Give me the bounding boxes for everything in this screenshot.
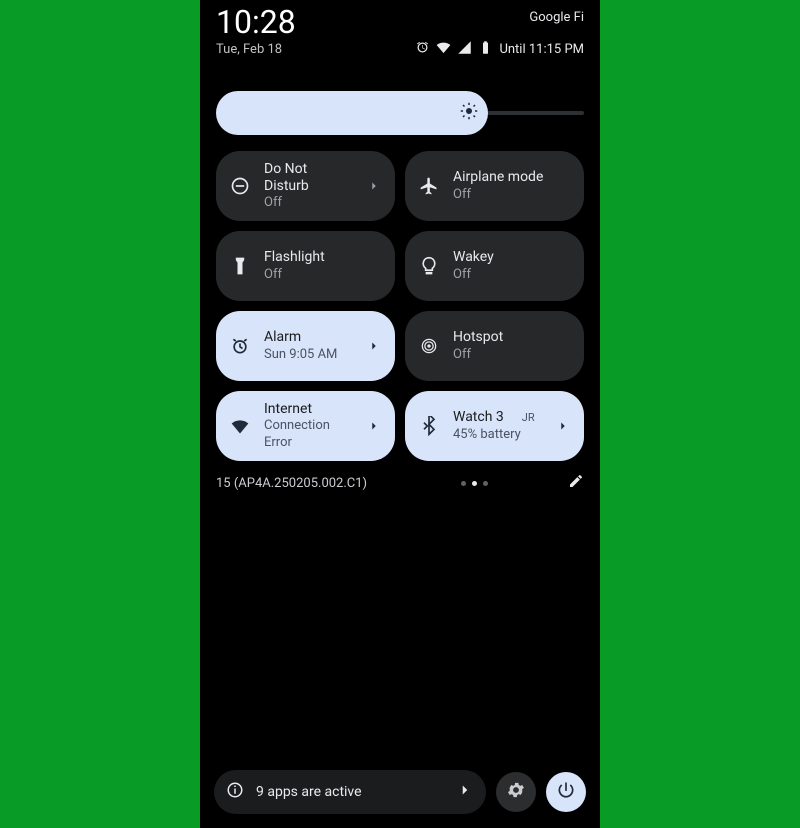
tile-label: FlashlightOff xyxy=(264,249,383,282)
bluetooth-icon xyxy=(417,414,441,438)
tile-label: Watch 3JR 45% battery xyxy=(453,409,542,442)
wifi-icon xyxy=(436,40,451,59)
clock: 10:28 xyxy=(216,6,296,38)
signal-icon xyxy=(457,40,472,59)
tile-flashlight[interactable]: FlashlightOff xyxy=(216,231,395,301)
tile-wakey[interactable]: WakeyOff xyxy=(405,231,584,301)
wifi-icon xyxy=(228,414,252,438)
tile-label: AlarmSun 9:05 AM xyxy=(264,329,353,362)
page-indicator xyxy=(447,481,488,486)
airplane-icon xyxy=(417,174,441,198)
chevron-right-icon xyxy=(365,419,383,433)
tile-label: Do Not DisturbOff xyxy=(264,161,353,210)
gear-icon xyxy=(506,780,526,804)
chevron-right-icon xyxy=(365,179,383,193)
settings-button[interactable] xyxy=(496,772,536,812)
info-icon xyxy=(226,781,244,803)
tile-dnd[interactable]: Do Not DisturbOff xyxy=(216,151,395,221)
power-button[interactable] xyxy=(546,772,586,812)
build-row: 15 (AP4A.250205.002.C1) xyxy=(200,465,600,493)
brightness-icon xyxy=(460,102,478,124)
tile-internet[interactable]: InternetConnection Error xyxy=(216,391,395,461)
tile-alarm[interactable]: AlarmSun 9:05 AM xyxy=(216,311,395,381)
tile-hotspot[interactable]: HotspotOff xyxy=(405,311,584,381)
tile-airplane[interactable]: Airplane modeOff xyxy=(405,151,584,221)
chevron-right-icon xyxy=(456,781,474,803)
tile-bluetooth[interactable]: Watch 3JR 45% battery xyxy=(405,391,584,461)
bt-device-badge: JR xyxy=(522,412,535,425)
tile-label: InternetConnection Error xyxy=(264,401,353,451)
chevron-right-icon xyxy=(554,419,572,433)
date-label: Tue, Feb 18 xyxy=(216,42,282,57)
bulb-icon xyxy=(417,254,441,278)
tile-label: WakeyOff xyxy=(453,249,572,282)
carrier-label: Google Fi xyxy=(529,10,584,25)
tile-label: HotspotOff xyxy=(453,329,572,362)
status-bar-secondary: Tue, Feb 18 Until 11:15 PM xyxy=(200,38,600,71)
alarm-icon xyxy=(415,40,430,59)
phone-frame: 10:28 Google Fi Tue, Feb 18 Until 11:15 … xyxy=(200,0,600,828)
status-bar: 10:28 Google Fi xyxy=(200,0,600,38)
chevron-right-icon xyxy=(365,339,383,353)
battery-icon xyxy=(478,40,493,59)
alarm-icon xyxy=(228,334,252,358)
dnd-icon xyxy=(228,174,252,198)
edit-tiles-button[interactable] xyxy=(568,473,584,493)
power-icon xyxy=(556,780,576,804)
flashlight-icon xyxy=(228,254,252,278)
quick-settings-tiles: Do Not DisturbOff Airplane modeOff Flash… xyxy=(200,147,600,465)
hotspot-icon xyxy=(417,334,441,358)
tile-label: Airplane modeOff xyxy=(453,169,572,202)
system-icons: Until 11:15 PM xyxy=(415,40,584,59)
brightness-slider[interactable] xyxy=(200,71,600,147)
active-apps-button[interactable]: 9 apps are active xyxy=(214,770,486,814)
battery-until-label: Until 11:15 PM xyxy=(499,42,584,57)
active-apps-label: 9 apps are active xyxy=(256,784,362,800)
build-string: 15 (AP4A.250205.002.C1) xyxy=(216,476,367,491)
brightness-fill xyxy=(216,91,488,135)
footer-bar: 9 apps are active xyxy=(200,770,600,828)
